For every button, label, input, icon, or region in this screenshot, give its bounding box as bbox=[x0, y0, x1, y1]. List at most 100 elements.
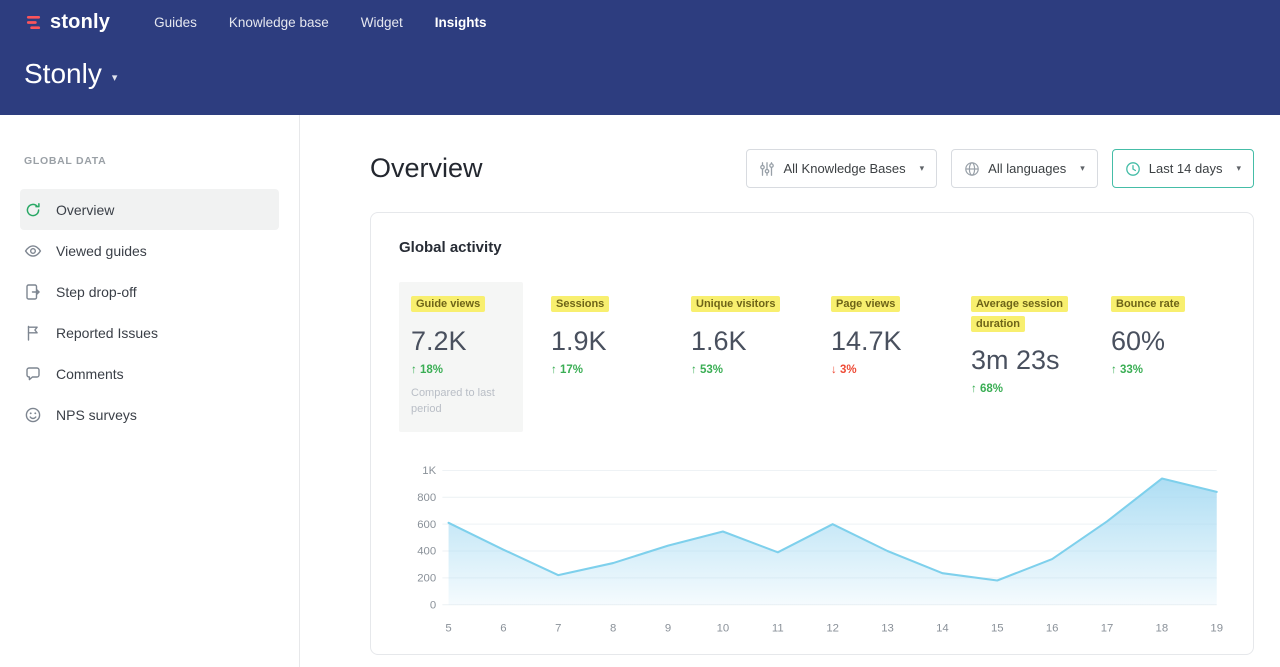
metric-delta: ↑ 53% bbox=[691, 364, 791, 376]
global-activity-card: Global activity Guide views 7.2K ↑ 18% C… bbox=[370, 212, 1254, 655]
delta-value: 3% bbox=[840, 364, 857, 376]
globe-icon bbox=[964, 161, 980, 177]
svg-text:18: 18 bbox=[1156, 622, 1169, 634]
top-bar: stonly Guides Knowledge base Widget Insi… bbox=[0, 0, 1280, 44]
metric-label: Sessions bbox=[551, 296, 609, 312]
metric-label: Page views bbox=[831, 296, 900, 312]
delta-arrow-icon: ↑ bbox=[691, 364, 697, 376]
metric-value: 1.6K bbox=[691, 326, 791, 357]
card-title: Global activity bbox=[399, 239, 1225, 256]
sidebar-item-viewed-guides[interactable]: Viewed guides bbox=[20, 230, 279, 271]
chevron-down-icon: ▾ bbox=[920, 163, 925, 174]
workspace-row: Stonly ▾ bbox=[0, 44, 1280, 90]
delta-arrow-icon: ↑ bbox=[551, 364, 557, 376]
sidebar-item-label: Viewed guides bbox=[56, 243, 147, 259]
knowledge-bases-filter[interactable]: All Knowledge Bases ▾ bbox=[746, 149, 937, 188]
date-range-filter[interactable]: Last 14 days ▾ bbox=[1112, 149, 1254, 188]
metric-value: 60% bbox=[1111, 326, 1211, 357]
svg-text:16: 16 bbox=[1046, 622, 1059, 634]
sidebar-item-label: Step drop-off bbox=[56, 284, 137, 300]
svg-text:15: 15 bbox=[991, 622, 1004, 634]
chevron-down-icon: ▾ bbox=[1080, 163, 1085, 174]
delta-value: 17% bbox=[560, 364, 583, 376]
metric-label: Unique visitors bbox=[691, 296, 780, 312]
main-content: Overview All Knowledge Bases ▾ bbox=[300, 115, 1280, 667]
sidebar-item-reported-issues[interactable]: Reported Issues bbox=[20, 312, 279, 353]
metric-guide-views[interactable]: Guide views 7.2K ↑ 18% Compared to last … bbox=[399, 282, 523, 432]
logo-text: stonly bbox=[50, 11, 110, 34]
metric-delta: ↑ 17% bbox=[551, 364, 651, 376]
page-title: Overview bbox=[370, 153, 483, 184]
refresh-icon bbox=[24, 201, 42, 219]
metric-bounce-rate[interactable]: Bounce rate 60% ↑ 33% bbox=[1099, 282, 1223, 376]
sidebar-item-nps-surveys[interactable]: NPS surveys bbox=[20, 394, 279, 435]
filter-label: All Knowledge Bases bbox=[783, 161, 905, 176]
main-header: Overview All Knowledge Bases ▾ bbox=[370, 149, 1254, 188]
metric-page-views[interactable]: Page views 14.7K ↓ 3% bbox=[819, 282, 943, 376]
nav-widget[interactable]: Widget bbox=[361, 15, 403, 30]
metric-label: Bounce rate bbox=[1111, 296, 1185, 312]
svg-text:14: 14 bbox=[936, 622, 949, 634]
sidebar: GLOBAL DATA Overview Viewed guides bbox=[0, 115, 300, 667]
svg-text:9: 9 bbox=[665, 622, 671, 634]
metric-delta: ↑ 18% bbox=[411, 364, 511, 376]
page-layout: GLOBAL DATA Overview Viewed guides bbox=[0, 115, 1280, 667]
sidebar-item-label: Reported Issues bbox=[56, 325, 158, 341]
metric-sessions[interactable]: Sessions 1.9K ↑ 17% bbox=[539, 282, 663, 376]
svg-text:11: 11 bbox=[772, 622, 784, 634]
nav-guides[interactable]: Guides bbox=[154, 15, 197, 30]
metric-value: 7.2K bbox=[411, 326, 511, 357]
clock-icon bbox=[1125, 161, 1141, 177]
stonly-logo-icon bbox=[24, 13, 43, 32]
metric-label: Guide views bbox=[411, 296, 485, 312]
sidebar-item-comments[interactable]: Comments bbox=[20, 353, 279, 394]
svg-text:13: 13 bbox=[881, 622, 894, 634]
global-activity-chart: 02004006008001K5678910111213141516171819 bbox=[399, 456, 1225, 637]
svg-text:400: 400 bbox=[417, 545, 436, 557]
delta-arrow-icon: ↑ bbox=[971, 383, 977, 395]
delta-value: 33% bbox=[1120, 364, 1143, 376]
svg-text:7: 7 bbox=[555, 622, 561, 634]
filter-label: All languages bbox=[988, 161, 1066, 176]
svg-text:5: 5 bbox=[445, 622, 451, 634]
languages-filter[interactable]: All languages ▾ bbox=[951, 149, 1098, 188]
svg-text:800: 800 bbox=[417, 491, 436, 503]
svg-text:10: 10 bbox=[717, 622, 730, 634]
sidebar-item-step-drop-off[interactable]: Step drop-off bbox=[20, 271, 279, 312]
filters: All Knowledge Bases ▾ All languages ▾ bbox=[746, 149, 1254, 188]
svg-text:1K: 1K bbox=[422, 465, 436, 477]
sidebar-section-label: GLOBAL DATA bbox=[24, 155, 299, 167]
sidebar-item-label: Comments bbox=[56, 366, 124, 382]
nav-insights[interactable]: Insights bbox=[435, 15, 487, 30]
metric-value: 1.9K bbox=[551, 326, 651, 357]
eye-icon bbox=[24, 242, 42, 260]
metric-label: Average session duration bbox=[971, 296, 1068, 332]
workspace-caret-icon[interactable]: ▾ bbox=[112, 71, 118, 84]
sidebar-item-overview[interactable]: Overview bbox=[20, 189, 279, 230]
metric-avg-session-duration[interactable]: Average session duration 3m 23s ↑ 68% bbox=[959, 282, 1083, 395]
metrics-row: Guide views 7.2K ↑ 18% Compared to last … bbox=[399, 282, 1225, 432]
metric-delta: ↑ 68% bbox=[971, 383, 1071, 395]
smiley-icon bbox=[24, 406, 42, 424]
metric-unique-visitors[interactable]: Unique visitors 1.6K ↑ 53% bbox=[679, 282, 803, 376]
svg-text:0: 0 bbox=[430, 599, 436, 611]
sidebar-nav: Overview Viewed guides S bbox=[0, 189, 299, 435]
metric-value: 14.7K bbox=[831, 326, 931, 357]
sliders-icon bbox=[759, 161, 775, 177]
app-header: stonly Guides Knowledge base Widget Insi… bbox=[0, 0, 1280, 115]
stonly-logo[interactable]: stonly bbox=[24, 11, 110, 34]
metric-delta: ↑ 33% bbox=[1111, 364, 1211, 376]
svg-text:8: 8 bbox=[610, 622, 616, 634]
metric-value: 3m 23s bbox=[971, 345, 1071, 376]
delta-arrow-icon: ↑ bbox=[1111, 364, 1117, 376]
svg-text:600: 600 bbox=[417, 518, 436, 530]
comment-icon bbox=[24, 365, 42, 383]
sidebar-item-label: NPS surveys bbox=[56, 407, 137, 423]
svg-text:6: 6 bbox=[500, 622, 506, 634]
top-nav: Guides Knowledge base Widget Insights bbox=[154, 15, 486, 30]
delta-value: 53% bbox=[700, 364, 723, 376]
workspace-title[interactable]: Stonly bbox=[24, 58, 102, 90]
delta-arrow-icon: ↓ bbox=[831, 364, 837, 376]
page-arrow-icon bbox=[24, 283, 42, 301]
nav-knowledge-base[interactable]: Knowledge base bbox=[229, 15, 329, 30]
